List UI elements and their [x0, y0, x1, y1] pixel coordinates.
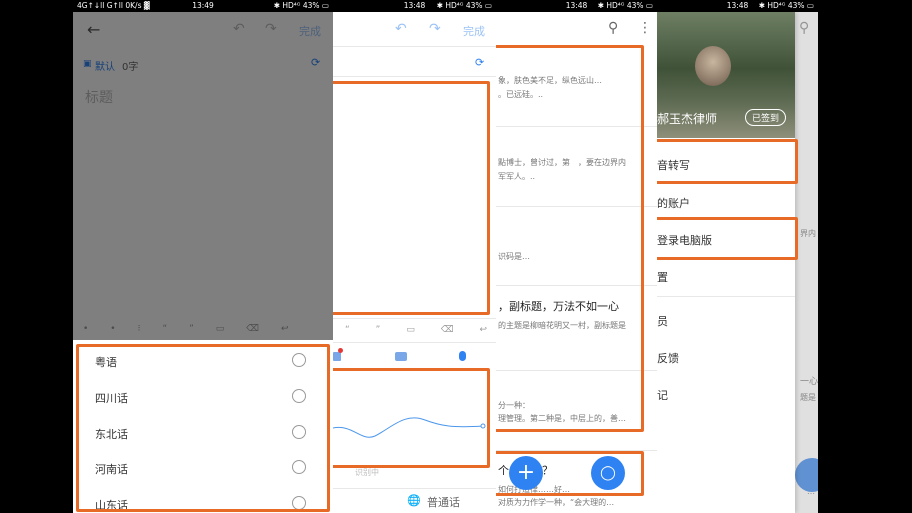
note-snippet[interactable]: 军军人。..: [498, 171, 535, 182]
menu-item-account[interactable]: 的账户: [657, 195, 690, 211]
search-icon[interactable]: ⚲: [608, 20, 618, 36]
dialect-option-label[interactable]: 四川话: [95, 390, 128, 406]
highlight-box: [333, 81, 490, 315]
format-toolbar: “”▭⌫↩: [345, 325, 487, 335]
menu-item-feedback[interactable]: 反馈: [657, 350, 679, 366]
dialect-option-label[interactable]: 河南话: [95, 461, 128, 477]
menu-item-notes[interactable]: 记: [657, 387, 668, 403]
menu-item-transcribe[interactable]: 音转写: [657, 157, 690, 173]
panel-editor: 4G↑↓ll G↑ll 0K/s ▓ 13:49 ✱ HD⁴ᴳ 43% ▭ ← …: [73, 0, 333, 513]
image-tool-icon[interactable]: [333, 352, 341, 361]
divider: [496, 285, 657, 286]
status-battery: ✱ HD⁴ᴳ 43% ▭: [597, 1, 653, 10]
add-note-button[interactable]: +: [509, 456, 543, 490]
dialect-radio[interactable]: [292, 460, 306, 474]
voice-note-button[interactable]: ◯: [591, 456, 625, 490]
dialect-radio[interactable]: [292, 496, 306, 510]
status-bar: 13:48 ✱ HD⁴ᴳ 43% ▭: [333, 0, 496, 12]
divider: [333, 488, 496, 489]
divider: [496, 206, 657, 207]
dialect-radio[interactable]: [292, 389, 306, 403]
divider: [496, 126, 657, 127]
divider: [333, 46, 496, 47]
note-snippet[interactable]: 识码是…: [498, 251, 530, 262]
signed-in-badge[interactable]: 已签到: [745, 109, 787, 126]
panel-notes: 13:48 ✱ HD⁴ᴳ 43% ▭ ⚲ ⋮ 象，肤色美不足，纵色远山… 。已远…: [496, 0, 657, 513]
drawer-scrim[interactable]: [795, 12, 818, 513]
note-snippet[interactable]: 理管理。第二种是，中层上的，善…: [498, 413, 626, 424]
notify-dot: [338, 348, 343, 353]
globe-icon[interactable]: 🌐: [407, 494, 421, 507]
recognizing-hint: 识别中: [355, 468, 379, 477]
status-bar: 13:48 ✱ HD⁴ᴳ 43% ▭: [657, 0, 818, 12]
keyboard-icon[interactable]: [395, 352, 407, 361]
waveform-end-dot: [480, 423, 486, 429]
avatar[interactable]: [695, 46, 731, 86]
note-snippet[interactable]: 对质为力作学一种，“会大理的…: [498, 497, 614, 508]
redo-icon[interactable]: ↷: [429, 21, 441, 37]
status-battery: ✱ HD⁴ᴳ 43% ▭: [758, 1, 814, 10]
panel-drawer: 13:48 ✱ HD⁴ᴳ 43% ▭ ⚲ 界内 一心 题是 … 郝玉杰律师 已签…: [657, 0, 818, 513]
undo-icon[interactable]: ↶: [395, 21, 407, 37]
note-snippet[interactable]: 。已远硅。..: [498, 89, 543, 100]
dialect-option-label[interactable]: 山东话: [95, 497, 128, 513]
sync-icon[interactable]: ⟳: [475, 56, 484, 69]
note-snippet[interactable]: 點博士，曾讨过，第 ，要在边界内: [498, 157, 626, 168]
voice-waveform: [333, 417, 486, 438]
divider: [333, 76, 496, 77]
panel-voice: 13:48 ✱ HD⁴ᴳ 43% ▭ ↶ ↷ 完成 ⟳ “”▭⌫↩ 识别中 🌐 …: [333, 0, 496, 513]
language-selector[interactable]: 普通话: [427, 494, 460, 510]
profile-header[interactable]: 郝玉杰律师 已签到: [657, 12, 795, 138]
dialect-radio[interactable]: [292, 425, 306, 439]
highlight-box: [496, 45, 644, 432]
divider: [333, 318, 496, 319]
more-icon[interactable]: ⋮: [638, 20, 652, 36]
menu-item-settings[interactable]: 置: [657, 269, 668, 285]
note-snippet[interactable]: 象，肤色美不足，纵色远山…: [498, 75, 602, 86]
mic-icon[interactable]: [459, 351, 466, 361]
status-battery: ✱ HD⁴ᴳ 43% ▭: [273, 1, 329, 10]
divider: [496, 370, 657, 371]
side-drawer: 郝玉杰律师 已签到 音转写 的账户 登录电脑版 置 员 反馈 记: [657, 12, 795, 513]
done-button[interactable]: 完成: [463, 23, 485, 39]
status-bar: 13:48 ✱ HD⁴ᴳ 43% ▭: [496, 0, 657, 12]
divider: [496, 450, 657, 451]
user-name[interactable]: 郝玉杰律师: [657, 110, 717, 127]
divider: [333, 342, 496, 343]
divider: [657, 296, 795, 297]
menu-item-pc-login[interactable]: 登录电脑版: [657, 232, 712, 248]
waveform-line: [333, 417, 484, 438]
dim-overlay[interactable]: [73, 12, 333, 340]
dialect-sheet: 粤语 四川话 东北话 河南话 山东话: [73, 340, 333, 513]
status-bar: 4G↑↓ll G↑ll 0K/s ▓ 13:49 ✱ HD⁴ᴳ 43% ▭: [73, 0, 333, 12]
menu-item-member[interactable]: 员: [657, 313, 668, 329]
note-snippet[interactable]: 的主题是柳暗花明又一村，副标题是: [498, 320, 626, 331]
dialect-option-label[interactable]: 粤语: [95, 354, 117, 370]
status-battery: ✱ HD⁴ᴳ 43% ▭: [436, 1, 492, 10]
dialect-option-label[interactable]: 东北话: [95, 426, 128, 442]
note-snippet[interactable]: 分一种：: [498, 400, 530, 411]
note-title[interactable]: ，副标题，万法不如一心: [498, 298, 619, 314]
dialect-radio[interactable]: [292, 353, 306, 367]
